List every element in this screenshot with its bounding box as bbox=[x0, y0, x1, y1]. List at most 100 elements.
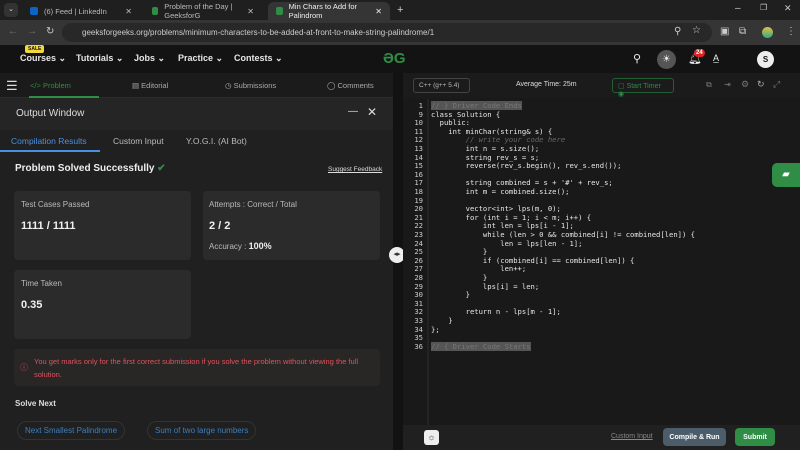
nav-jobs[interactable]: Jobs ⌄ bbox=[134, 53, 165, 64]
extension-icon[interactable]: ▣ bbox=[720, 26, 729, 37]
output-window-title: Output Window bbox=[16, 108, 85, 119]
browser-tab-active[interactable]: Min Chars to Add for Palindrom ✕ bbox=[268, 2, 390, 20]
nav-contests[interactable]: Contests ⌄ bbox=[234, 53, 283, 64]
code-line: } bbox=[431, 290, 470, 300]
reload-icon[interactable]: ↻ bbox=[46, 26, 54, 37]
bookmark-star-icon[interactable]: ☆ bbox=[692, 25, 701, 36]
attempts-card: Attempts : Correct / Total 2 / 2 Accurac… bbox=[203, 191, 380, 260]
chat-icon[interactable]: ▰ bbox=[772, 163, 800, 187]
next-problem-link[interactable]: Next Smallest Palindrome bbox=[17, 421, 126, 440]
url-input[interactable]: geeksforgeeks.org/problems/minimum-chara… bbox=[62, 23, 712, 42]
editor-toolbar: C++ (g++ 5.4) Average Time: 25m ▢ Start … bbox=[403, 73, 800, 98]
browser-tab-linkedin[interactable]: (6) Feed | LinkedIn ✕ bbox=[22, 2, 140, 20]
custom-input-link[interactable]: Custom Input bbox=[611, 433, 653, 440]
linkedin-icon bbox=[30, 7, 38, 15]
close-window-icon[interactable]: ✕ bbox=[784, 3, 792, 14]
warning-text: You get marks only for the first correct… bbox=[34, 357, 359, 379]
info-icon: ⓘ bbox=[20, 363, 28, 372]
avatar[interactable]: S bbox=[757, 51, 774, 68]
code-editor: C++ (g++ 5.4) Average Time: 25m ▢ Start … bbox=[403, 73, 800, 450]
tab-list-button[interactable]: ⌄ bbox=[4, 3, 18, 17]
nav-courses[interactable]: Courses ⌄ bbox=[20, 53, 66, 64]
minimize-icon[interactable]: – bbox=[735, 3, 741, 14]
suggest-feedback-link[interactable]: Suggest Feedback bbox=[328, 166, 382, 173]
problem-subnav: ☰ </> Problem ▤ Editorial ◷ Submissions … bbox=[0, 73, 400, 98]
test-cases-value: 1111 / 1111 bbox=[21, 220, 76, 232]
attempts-label: Attempts : Correct / Total bbox=[209, 200, 297, 209]
tab-compilation-results[interactable]: Compilation Results bbox=[11, 136, 87, 146]
time-value: 0.35 bbox=[21, 299, 43, 311]
test-cases-card: Test Cases Passed 1111 / 1111 bbox=[14, 191, 191, 260]
profile-icon[interactable] bbox=[762, 27, 773, 38]
submit-button[interactable]: Submit bbox=[735, 428, 775, 446]
start-timer-button[interactable]: ▢ Start Timer ◉ bbox=[612, 78, 674, 98]
forward-icon[interactable]: → bbox=[27, 26, 37, 37]
panel-splitter[interactable]: ◂▸ bbox=[389, 73, 405, 450]
translate-icon[interactable]: A̲ bbox=[713, 53, 719, 63]
accuracy: Accuracy : 100% bbox=[209, 241, 272, 251]
new-tab-button[interactable]: + bbox=[397, 4, 403, 16]
attempts-value: 2 / 2 bbox=[209, 220, 231, 232]
gfg-logo[interactable]: ƏG bbox=[383, 50, 406, 67]
nav-practice[interactable]: Practice ⌄ bbox=[178, 53, 223, 64]
back-icon[interactable]: ← bbox=[8, 26, 18, 37]
tab-label: Min Chars to Add for Palindrom bbox=[288, 2, 358, 20]
puzzle-icon[interactable]: ⧉ bbox=[739, 26, 746, 37]
import-icon[interactable]: ⇥ bbox=[724, 80, 731, 89]
minimize-panel-icon[interactable]: — bbox=[348, 106, 358, 117]
time-label: Time Taken bbox=[21, 279, 62, 288]
compile-run-button[interactable]: Compile & Run bbox=[663, 428, 726, 446]
tab-editorial[interactable]: ▤ Editorial bbox=[132, 81, 168, 90]
close-panel-icon[interactable]: ✕ bbox=[367, 105, 377, 119]
tab-comments[interactable]: ◯ Comments bbox=[327, 81, 374, 90]
theme-toggle-icon[interactable]: ☀ bbox=[657, 50, 676, 69]
status-text: Problem Solved Successfully ✔ bbox=[15, 163, 166, 174]
next-problem-link[interactable]: Sum of two large numbers bbox=[147, 421, 257, 440]
close-tab-icon[interactable]: ✕ bbox=[375, 7, 382, 16]
tab-yogi-bot[interactable]: Y.O.G.I. (AI Bot) bbox=[186, 136, 247, 146]
gfg-icon bbox=[276, 7, 283, 15]
tab-custom-input[interactable]: Custom Input bbox=[113, 136, 164, 146]
menu-icon[interactable]: ⋮ bbox=[786, 26, 796, 37]
warning-box: ⓘ You get marks only for the first corre… bbox=[14, 349, 380, 386]
active-tab-underline bbox=[0, 150, 100, 152]
output-window: Output Window — ✕ Compilation Results Cu… bbox=[0, 98, 397, 450]
test-cases-label: Test Cases Passed bbox=[21, 200, 90, 209]
time-taken-card: Time Taken 0.35 bbox=[14, 270, 191, 339]
search-icon[interactable]: ⚲ bbox=[633, 52, 641, 65]
code-line: }; bbox=[431, 324, 440, 334]
notification-badge: 24 bbox=[694, 49, 705, 57]
fullscreen-icon[interactable]: ⤢ bbox=[773, 79, 780, 90]
tab-submissions[interactable]: ◷ Submissions bbox=[225, 81, 276, 90]
check-icon: ✔ bbox=[157, 163, 166, 174]
reset-icon[interactable]: ↻ bbox=[757, 79, 765, 90]
maximize-icon[interactable]: ❐ bbox=[760, 3, 767, 12]
tab-label: Problem of the Day | GeeksforG bbox=[164, 2, 233, 20]
average-time: Average Time: 25m bbox=[516, 81, 577, 88]
copy-icon[interactable]: ⧉ bbox=[706, 80, 712, 90]
hint-bulb-icon[interactable]: ☼ bbox=[424, 430, 439, 445]
site-header: SALE Courses ⌄ Tutorials ⌄ Jobs ⌄ Practi… bbox=[0, 45, 800, 73]
tab-problem[interactable]: </> Problem bbox=[30, 81, 71, 90]
output-window-header: Output Window — ✕ bbox=[0, 98, 393, 130]
nav-tutorials[interactable]: Tutorials ⌄ bbox=[76, 53, 123, 64]
tab-label: (6) Feed | LinkedIn bbox=[44, 6, 107, 16]
address-bar-row: ← → ↻ geeksforgeeks.org/problems/minimum… bbox=[0, 20, 800, 45]
zoom-icon[interactable]: ⚲ bbox=[674, 26, 681, 37]
solve-next-heading: Solve Next bbox=[15, 399, 56, 408]
code-area[interactable]: 1// } Driver Code Ends 9 class Solution {1… bbox=[403, 99, 800, 429]
language-select[interactable]: C++ (g++ 5.4) bbox=[413, 78, 470, 93]
code-line: reverse(rev_s.begin(), rev_s.end()); bbox=[431, 161, 622, 171]
close-tab-icon[interactable]: ✕ bbox=[247, 7, 254, 16]
browser-tab-potd[interactable]: Problem of the Day | GeeksforG ✕ bbox=[144, 2, 262, 20]
sale-badge: SALE bbox=[25, 45, 45, 53]
line-number: 36 bbox=[414, 341, 423, 351]
hamburger-icon[interactable]: ☰ bbox=[6, 78, 18, 94]
close-tab-icon[interactable]: ✕ bbox=[125, 7, 132, 16]
code-line: int m = combined.size(); bbox=[431, 187, 570, 196]
settings-icon[interactable]: ⚙ bbox=[741, 79, 749, 90]
code-line: // { Driver Code Starts bbox=[431, 341, 531, 351]
gfg-icon bbox=[152, 7, 159, 15]
browser-tab-bar: ⌄ (6) Feed | LinkedIn ✕ Problem of the Da… bbox=[0, 0, 800, 20]
editor-footer: ☼ Custom Input Compile & Run Submit bbox=[403, 425, 800, 450]
